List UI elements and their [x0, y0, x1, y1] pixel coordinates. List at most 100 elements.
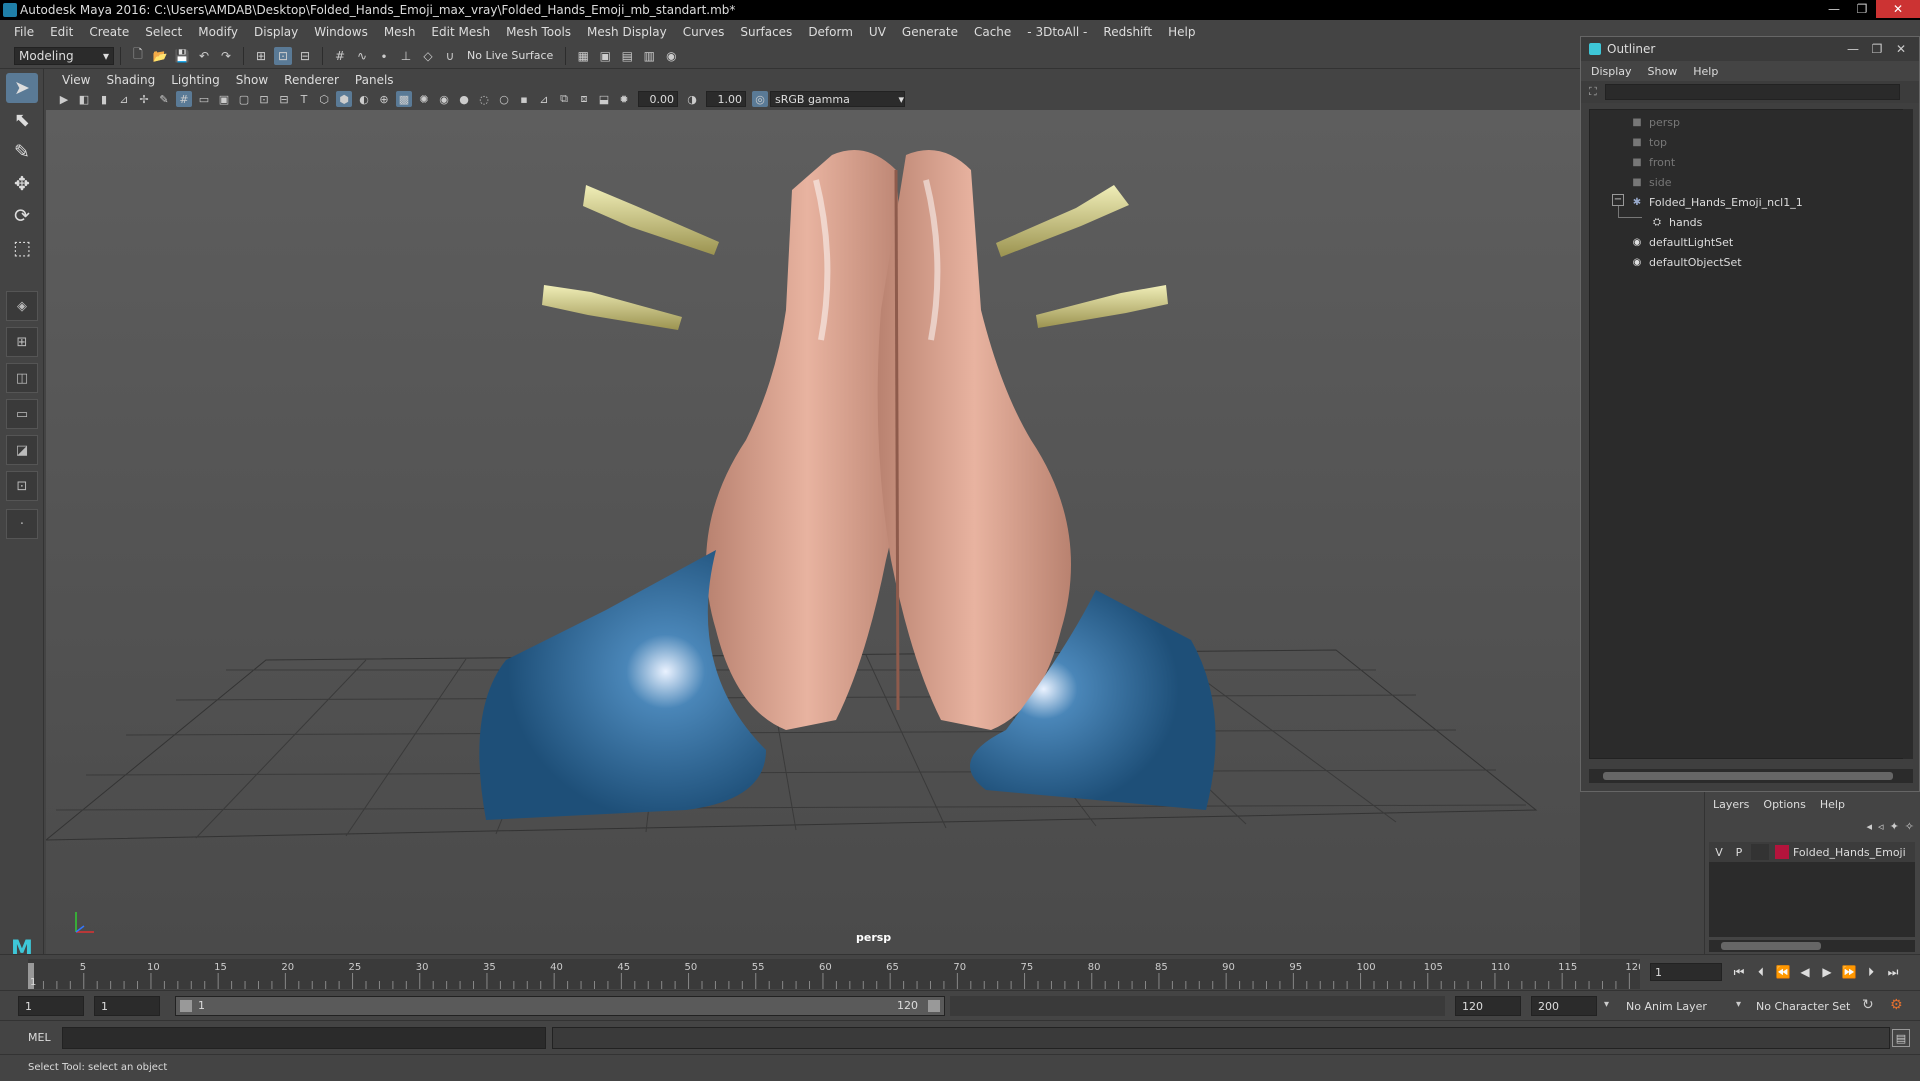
menu-curves[interactable]: Curves: [675, 25, 733, 39]
outliner-item[interactable]: ■ persp: [1630, 112, 1680, 132]
move-layer-down-icon[interactable]: ◃: [1878, 820, 1884, 833]
undo-icon[interactable]: ↶: [195, 47, 213, 65]
preferences-icon[interactable]: ⚙: [1890, 997, 1903, 1013]
exposure-field[interactable]: 0.00: [638, 91, 678, 107]
menu-generate[interactable]: Generate: [894, 25, 966, 39]
panel-menu-view[interactable]: View: [54, 73, 98, 87]
hypershade-icon[interactable]: ◉: [662, 47, 680, 65]
outliner-vertical-scrollbar[interactable]: [1903, 109, 1913, 759]
viewport-persp[interactable]: persp: [46, 110, 1580, 954]
new-empty-layer-icon[interactable]: ✦: [1890, 820, 1899, 833]
multisample-aa-icon[interactable]: ○: [496, 91, 512, 107]
menu-select[interactable]: Select: [137, 25, 190, 39]
snap-point-icon[interactable]: ∙: [375, 47, 393, 65]
paint-select-tool-icon[interactable]: ✎: [6, 137, 38, 167]
menu-windows[interactable]: Windows: [306, 25, 376, 39]
camera-attributes-icon[interactable]: ◧: [76, 91, 92, 107]
exposure-icon[interactable]: ✹: [616, 91, 632, 107]
safe-title-icon[interactable]: T: [296, 91, 312, 107]
playback-start-field[interactable]: 1: [94, 996, 160, 1016]
use-all-lights-icon[interactable]: ✺: [416, 91, 432, 107]
single-view-layout-icon[interactable]: ◈: [6, 291, 38, 321]
animation-end-field[interactable]: 200: [1531, 996, 1597, 1016]
gamma-icon[interactable]: ◑: [684, 91, 700, 107]
character-set-dropdown[interactable]: No Character Set: [1752, 996, 1868, 1016]
outliner-item[interactable]: ⛭ hands: [1650, 212, 1702, 232]
snap-surface-icon[interactable]: ◇: [419, 47, 437, 65]
step-back-frame-icon[interactable]: ⏴: [1750, 965, 1772, 980]
side-by-side-layout-icon[interactable]: ◫: [6, 363, 38, 393]
scrollbar-thumb[interactable]: [1721, 942, 1821, 950]
gate-mask-icon[interactable]: ▢: [236, 91, 252, 107]
select-hierarchy-icon[interactable]: ⊞: [252, 47, 270, 65]
smooth-shade-icon[interactable]: ⬢: [336, 91, 352, 107]
playback-end-field[interactable]: 120: [1455, 996, 1521, 1016]
four-view-layout-icon[interactable]: ⊞: [6, 327, 38, 357]
camera-pan-icon[interactable]: ✢: [136, 91, 152, 107]
menu-display[interactable]: Display: [246, 25, 306, 39]
outliner-item[interactable]: ◉ defaultLightSet: [1630, 232, 1734, 252]
field-chart-icon[interactable]: ⊡: [256, 91, 272, 107]
wireframe-on-shaded-icon[interactable]: ⊕: [376, 91, 392, 107]
new-scene-icon[interactable]: 🗋: [129, 47, 147, 65]
script-editor-icon[interactable]: ▤: [1892, 1029, 1910, 1047]
image-plane-icon[interactable]: ⊿: [116, 91, 132, 107]
camera-select-icon[interactable]: ▶: [56, 91, 72, 107]
close-button[interactable]: ✕: [1876, 0, 1920, 18]
resolution-gate-icon[interactable]: ▣: [216, 91, 232, 107]
outliner-close-button[interactable]: ✕: [1889, 42, 1913, 56]
outliner-horizontal-scrollbar[interactable]: [1589, 769, 1913, 783]
bookmark-icon[interactable]: ▮: [96, 91, 112, 107]
select-component-icon[interactable]: ⊟: [296, 47, 314, 65]
snap-curve-icon[interactable]: ∿: [353, 47, 371, 65]
outliner-item[interactable]: ■ front: [1630, 152, 1675, 172]
motion-blur-icon[interactable]: ◌: [476, 91, 492, 107]
open-scene-icon[interactable]: 📂: [151, 47, 169, 65]
filter-icon[interactable]: ⛶: [1589, 85, 1597, 99]
snap-grid-icon[interactable]: #: [331, 47, 349, 65]
hypershade-layout-icon[interactable]: ⊡: [6, 471, 38, 501]
menu-uv[interactable]: UV: [861, 25, 894, 39]
outliner-titlebar[interactable]: Outliner — ❐ ✕: [1581, 37, 1919, 61]
layer-horizontal-scrollbar[interactable]: [1709, 940, 1915, 952]
outliner-maximize-button[interactable]: ❐: [1865, 42, 1889, 56]
panel-menu-renderer[interactable]: Renderer: [276, 73, 347, 87]
screen-space-ao-icon[interactable]: ●: [456, 91, 472, 107]
snap-view-icon[interactable]: ⊥: [397, 47, 415, 65]
custom-layout-icon[interactable]: ·: [6, 509, 38, 539]
menu-cache[interactable]: Cache: [966, 25, 1019, 39]
menu-redshift[interactable]: Redshift: [1095, 25, 1160, 39]
scrollbar-thumb[interactable]: [1603, 772, 1893, 780]
film-gate-icon[interactable]: ▭: [196, 91, 212, 107]
animation-start-field[interactable]: 1: [18, 996, 84, 1016]
menuset-dropdown[interactable]: Modeling ▾: [14, 46, 114, 65]
layer-menu-help[interactable]: Help: [1820, 798, 1845, 811]
panel-menu-lighting[interactable]: Lighting: [163, 73, 228, 87]
xray-joints-icon[interactable]: ⧈: [576, 91, 592, 107]
render-frame-icon[interactable]: ▣: [596, 47, 614, 65]
layer-menu-options[interactable]: Options: [1763, 798, 1805, 811]
layer-playback-toggle[interactable]: P: [1729, 846, 1749, 859]
scale-tool-icon[interactable]: ⬚: [6, 233, 38, 263]
xray-icon[interactable]: ⧉: [556, 91, 572, 107]
play-backwards-icon[interactable]: ◀: [1794, 965, 1816, 979]
go-to-end-icon[interactable]: ⏭: [1882, 965, 1904, 980]
step-forward-key-icon[interactable]: ⏩: [1838, 965, 1860, 979]
play-forwards-icon[interactable]: ▶: [1816, 965, 1838, 979]
current-frame-field[interactable]: 1: [1650, 963, 1722, 981]
grease-pencil-icon[interactable]: ✎: [156, 91, 172, 107]
time-track[interactable]: 1 5 10 15 20 25 30 35 40 45 50 55 60 65 70 75 80 85 90 95 10…: [28, 959, 1640, 989]
shadows-icon[interactable]: ◉: [436, 91, 452, 107]
maximize-button[interactable]: ❐: [1848, 0, 1876, 18]
grid-toggle-icon[interactable]: #: [176, 91, 192, 107]
range-end-handle[interactable]: [928, 1000, 940, 1012]
isolate-select-icon[interactable]: ⊿: [536, 91, 552, 107]
layer-menu-layers[interactable]: Layers: [1713, 798, 1749, 811]
outliner-item[interactable]: ◉ defaultObjectSet: [1630, 252, 1742, 272]
menu-3dtoall[interactable]: - 3DtoAll -: [1019, 25, 1095, 39]
range-slider[interactable]: 1 120: [175, 996, 945, 1016]
move-layer-up-icon[interactable]: ◂: [1867, 820, 1873, 833]
outliner-item[interactable]: ■ top: [1630, 132, 1667, 152]
move-tool-icon[interactable]: ✥: [6, 169, 38, 199]
safe-action-icon[interactable]: ⊟: [276, 91, 292, 107]
